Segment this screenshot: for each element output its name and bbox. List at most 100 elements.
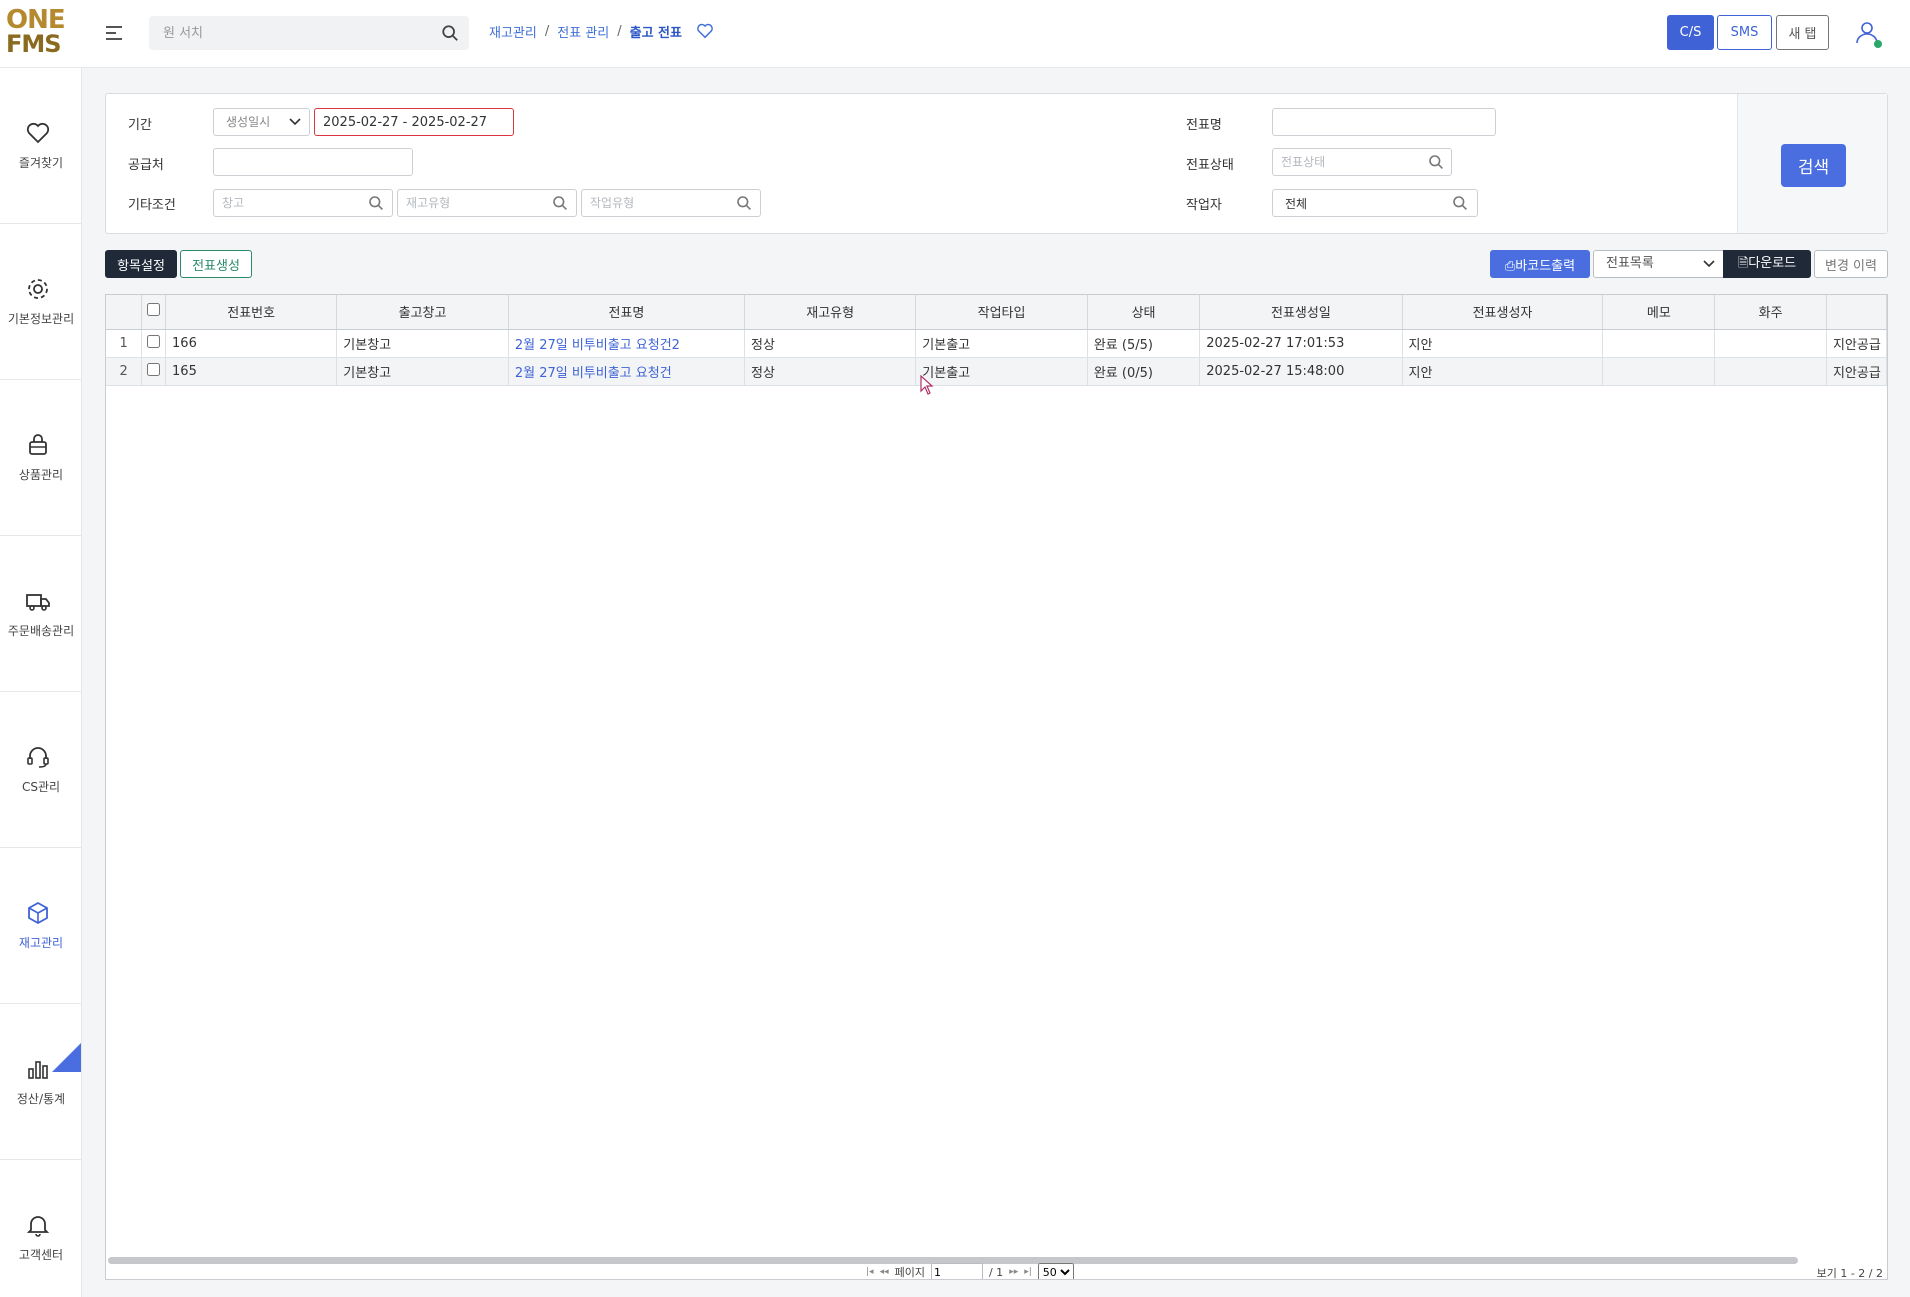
- sidebar-item-label: 주문배송관리: [7, 624, 75, 638]
- slip-list-value: 전표목록: [1606, 256, 1654, 271]
- global-search: [149, 16, 469, 50]
- new-tab-button[interactable]: 새 탭: [1776, 15, 1829, 50]
- sidebar-item-cs[interactable]: CS관리: [0, 692, 82, 848]
- truck-icon: [26, 594, 50, 611]
- search-filter-panel: 기간 생성일시 공급처 기타조건 전표명 전표상태 작업자 검색: [105, 93, 1888, 234]
- column-settings-button[interactable]: 항목설정: [105, 250, 177, 278]
- menu-toggle-icon[interactable]: [106, 22, 122, 42]
- period-type-select[interactable]: 생성일시: [213, 108, 310, 136]
- column-header[interactable]: 메모: [1602, 295, 1716, 330]
- breadcrumb-item-stock[interactable]: 재고관리: [489, 22, 537, 41]
- breadcrumb-item-slip[interactable]: 전표 관리: [557, 22, 609, 41]
- cube-icon: [28, 901, 48, 925]
- slip-list-select[interactable]: 전표목록: [1593, 250, 1724, 278]
- prev-page-button[interactable]: ◂◂: [880, 1267, 889, 1277]
- page-size-select[interactable]: 50: [1037, 1263, 1074, 1279]
- created-date-cell: 2025-02-27 15:48:00: [1199, 357, 1403, 386]
- worker-input[interactable]: [1272, 189, 1478, 217]
- sidebar-item-label: 재고관리: [18, 936, 64, 950]
- cs-button[interactable]: C/S: [1667, 15, 1714, 50]
- column-header[interactable]: 전표명: [508, 295, 746, 330]
- stock-type-cell: 정상: [744, 329, 917, 358]
- column-header[interactable]: 출고창고: [336, 295, 509, 330]
- column-header[interactable]: 화주: [1714, 295, 1827, 330]
- column-header[interactable]: 작업타입: [915, 295, 1088, 330]
- favorite-heart-icon[interactable]: [696, 22, 714, 40]
- select-all-cell: [141, 295, 167, 330]
- slip-name-input[interactable]: [1272, 108, 1496, 136]
- warehouse-cell: 기본창고: [336, 357, 509, 386]
- owner-cell: [1714, 329, 1827, 358]
- sms-button[interactable]: SMS: [1717, 15, 1772, 50]
- row-checkbox[interactable]: [147, 334, 161, 348]
- sidebar: 즐겨찾기 기본정보관리 상품관리 주문배송관리 CS관리 재고관리 정산/통계 …: [0, 68, 82, 1297]
- top-header: ONE FMS 재고관리 / 전표 관리 / 출고 전표 C/S SMS 새 탭: [0, 0, 1910, 68]
- row-checkbox-cell: [141, 329, 167, 358]
- supplier-label: 공급처: [128, 158, 164, 173]
- first-page-button[interactable]: |◂: [866, 1267, 874, 1277]
- search-icon[interactable]: [441, 24, 459, 42]
- slip-status-input[interactable]: [1272, 148, 1452, 176]
- chevron-down-icon: [1703, 260, 1715, 268]
- supplier-input[interactable]: [213, 148, 413, 176]
- slip-grid: 전표번호 출고창고 전표명 재고유형 작업타입 상태 전표생성일 전표생성자 메…: [105, 294, 1888, 1280]
- column-header[interactable]: [1826, 295, 1887, 330]
- warehouse-cell: 기본창고: [336, 329, 509, 358]
- mouse-cursor-icon: [920, 375, 934, 395]
- next-page-button[interactable]: ▸▸: [1009, 1267, 1018, 1277]
- table-header-row: 전표번호 출고창고 전표명 재고유형 작업타입 상태 전표생성일 전표생성자 메…: [106, 295, 1887, 330]
- date-range-input[interactable]: [314, 108, 514, 136]
- column-header[interactable]: 상태: [1087, 295, 1201, 330]
- barcode-print-label: 바코드출력: [1515, 258, 1576, 274]
- barcode-print-button[interactable]: ⎙바코드출력: [1490, 250, 1590, 278]
- global-search-input[interactable]: [149, 16, 429, 50]
- slip-number-cell: 166: [165, 329, 338, 358]
- search-button[interactable]: 검색: [1781, 144, 1846, 187]
- row-number-header: [106, 295, 143, 330]
- creator-cell: 지안: [1402, 357, 1604, 386]
- download-button[interactable]: 🗎다운로드: [1723, 250, 1811, 278]
- logo-line-1: ONE: [6, 5, 66, 35]
- supplier-cell: 지안공급: [1826, 357, 1887, 386]
- slip-table: 전표번호 출고창고 전표명 재고유형 작업타입 상태 전표생성일 전표생성자 메…: [106, 295, 1887, 386]
- column-header[interactable]: 전표생성자: [1402, 295, 1604, 330]
- pagination: |◂ ◂◂ 페이지 / 1 ▸▸ ▸| 50 보기 1 - 2 / 2: [106, 1263, 1887, 1279]
- sidebar-item-order-delivery[interactable]: 주문배송관리: [0, 536, 82, 692]
- sidebar-item-label: 상품관리: [18, 468, 64, 482]
- bar-chart-icon: [28, 1061, 48, 1079]
- stock-type-input[interactable]: [397, 189, 577, 217]
- select-all-checkbox[interactable]: [147, 303, 161, 317]
- warehouse-input[interactable]: [213, 189, 393, 217]
- created-date-cell: 2025-02-27 17:01:53: [1199, 329, 1403, 358]
- sidebar-item-favorites[interactable]: 즐겨찾기: [0, 68, 82, 224]
- slip-name-link[interactable]: 2월 27일 비투비출고 요청건2: [508, 329, 746, 358]
- column-header[interactable]: 전표생성일: [1199, 295, 1403, 330]
- row-checkbox[interactable]: [147, 362, 161, 376]
- breadcrumb: 재고관리 / 전표 관리 / 출고 전표: [489, 20, 714, 42]
- column-header[interactable]: 재고유형: [744, 295, 917, 330]
- last-page-button[interactable]: ▸|: [1024, 1267, 1032, 1277]
- sidebar-item-products[interactable]: 상품관리: [0, 380, 82, 536]
- app-logo[interactable]: ONE FMS: [6, 5, 66, 60]
- change-history-button[interactable]: 변경 이력: [1814, 250, 1888, 278]
- status-cell: 완료 (0/5): [1087, 357, 1201, 386]
- slip-name-link[interactable]: 2월 27일 비투비출고 요청건: [508, 357, 746, 386]
- page-label: 페이지: [894, 1266, 925, 1279]
- table-row[interactable]: 2 165 기본창고 2월 27일 비투비출고 요청건 정상 기본출고 완료 (…: [106, 357, 1887, 386]
- page-number-input[interactable]: [930, 1263, 983, 1279]
- search-button-panel: 검색: [1737, 94, 1887, 233]
- logo-line-2: FMS: [6, 30, 62, 58]
- column-header[interactable]: 전표번호: [165, 295, 338, 330]
- bell-icon: [26, 1216, 50, 1237]
- table-row[interactable]: 1 166 기본창고 2월 27일 비투비출고 요청건2 정상 기본출고 완료 …: [106, 329, 1887, 358]
- sidebar-item-basic-info[interactable]: 기본정보관리: [0, 224, 82, 380]
- sidebar-item-stock[interactable]: 재고관리: [0, 848, 82, 1004]
- gear-icon: [28, 279, 48, 299]
- sidebar-item-label: 정산/통계: [16, 1092, 66, 1106]
- stock-type-cell: 정상: [744, 357, 917, 386]
- creator-cell: 지안: [1402, 329, 1604, 358]
- sidebar-item-settlement[interactable]: 정산/통계: [0, 1004, 82, 1160]
- sidebar-item-support[interactable]: 고객센터: [0, 1160, 82, 1297]
- work-type-input[interactable]: [581, 189, 761, 217]
- create-slip-button[interactable]: 전표생성: [180, 250, 252, 278]
